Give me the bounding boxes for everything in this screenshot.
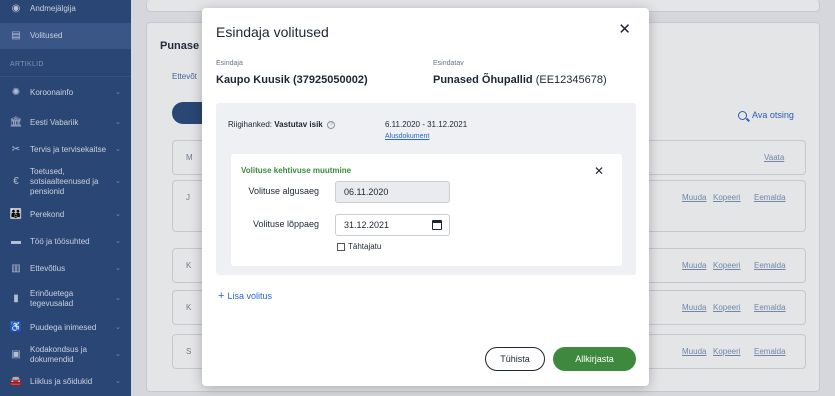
basis-document-link[interactable]: Alusdokument [385,133,429,140]
representation-modal: Esindaja volitused ✕ Esindaja Kaupo Kuus… [202,8,649,386]
close-icon[interactable]: ✕ [618,22,631,38]
calendar-icon[interactable] [432,220,442,230]
start-date-value: 06.11.2020 [344,187,389,197]
cancel-button[interactable]: Tühista [485,347,545,371]
validity-edit-card: Volituse kehtivuse muutmine ✕ Volituse a… [231,154,622,266]
procurement-role: Vastutav isik [274,120,323,129]
info-icon[interactable]: ? [326,120,335,129]
represented-label: Esindatav [433,60,464,67]
start-date-field[interactable]: 06.11.2020 [335,181,450,203]
date-range: 6.11.2020 - 31.12.2021 [385,120,468,129]
start-date-label: Volituse algusaeg [248,186,319,196]
procurement-row: Riigihanked: Vastutav isik ? [228,120,335,129]
end-date-value: 31.12.2021 [344,220,390,230]
modal-title: Esindaja volitused [216,24,329,40]
indefinite-checkbox[interactable] [337,242,345,251]
end-date-label: Volituse lõppaeg [252,219,319,229]
indefinite-checkbox-row[interactable]: Tähtajatu [337,242,381,251]
validity-edit-title: Volituse kehtivuse muutmine [241,166,352,175]
indefinite-label: Tähtajatu [348,242,382,251]
representative-value: Kaupo Kuusik (37925050002) [216,74,368,86]
represented-name: Punased Õhupallid [433,74,533,86]
plus-icon: + [218,290,225,302]
add-authorization-label: Lisa volitus [227,291,272,301]
end-date-field[interactable]: 31.12.2021 [335,214,450,236]
close-icon[interactable]: ✕ [594,164,604,178]
represented-code: (EE12345678) [535,74,607,86]
represented-value: Punased Õhupallid (EE12345678) [433,74,607,86]
sign-button[interactable]: Allkirjasta [553,347,636,371]
representative-label: Esindaja [216,60,243,67]
add-authorization-link[interactable]: + Lisa volitus [218,290,272,302]
procurement-label: Riigihanked: [228,120,273,129]
